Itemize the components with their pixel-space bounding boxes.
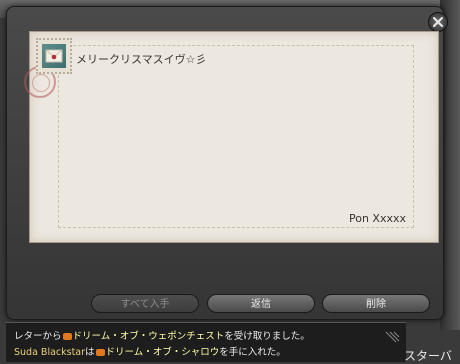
chat-text: レターから <box>14 331 62 342</box>
chat-text: を受け取りました。 <box>224 331 310 342</box>
side-panel-label: スターバ <box>404 349 452 363</box>
close-button[interactable] <box>428 12 448 32</box>
player-name[interactable]: Suda Blackstar <box>14 347 85 358</box>
chat-message: レターから ドリーム・オブ・ウェポンチェストを受け取りました。 <box>14 328 310 342</box>
letter-window: メリークリスマスイヴ☆彡 Pon Xxxxx すべて入手 返信 削除 <box>6 6 448 320</box>
close-icon <box>432 16 444 28</box>
letter-border <box>58 45 414 228</box>
delete-button[interactable]: 削除 <box>322 294 430 313</box>
item-icon <box>95 349 105 356</box>
item-icon <box>62 333 72 340</box>
envelope-icon <box>45 49 63 63</box>
letter-paper: メリークリスマスイヴ☆彡 Pon Xxxxx <box>24 31 439 243</box>
letter-signature: Pon Xxxxx <box>348 212 406 225</box>
chat-text: は <box>85 347 95 358</box>
take-all-button[interactable]: すべて入手 <box>91 294 199 313</box>
item-link[interactable]: ドリーム・オブ・ウェポンチェスト <box>73 331 225 342</box>
chat-log[interactable]: レターから ドリーム・オブ・ウェポンチェストを受け取りました。 Suda Blac… <box>6 322 406 362</box>
reply-button[interactable]: 返信 <box>207 294 315 313</box>
letter-body: メリークリスマスイヴ☆彡 <box>76 53 207 66</box>
chat-text: を手に入れた。 <box>219 347 286 358</box>
resize-grip-icon[interactable] <box>384 331 400 343</box>
stamp-image <box>41 43 67 69</box>
chat-message: Suda Blackstarは ドリーム・オブ・シャロウを手に入れた。 <box>14 344 286 358</box>
item-link[interactable]: ドリーム・オブ・シャロウ <box>106 347 220 358</box>
stamp-icon <box>36 38 72 74</box>
